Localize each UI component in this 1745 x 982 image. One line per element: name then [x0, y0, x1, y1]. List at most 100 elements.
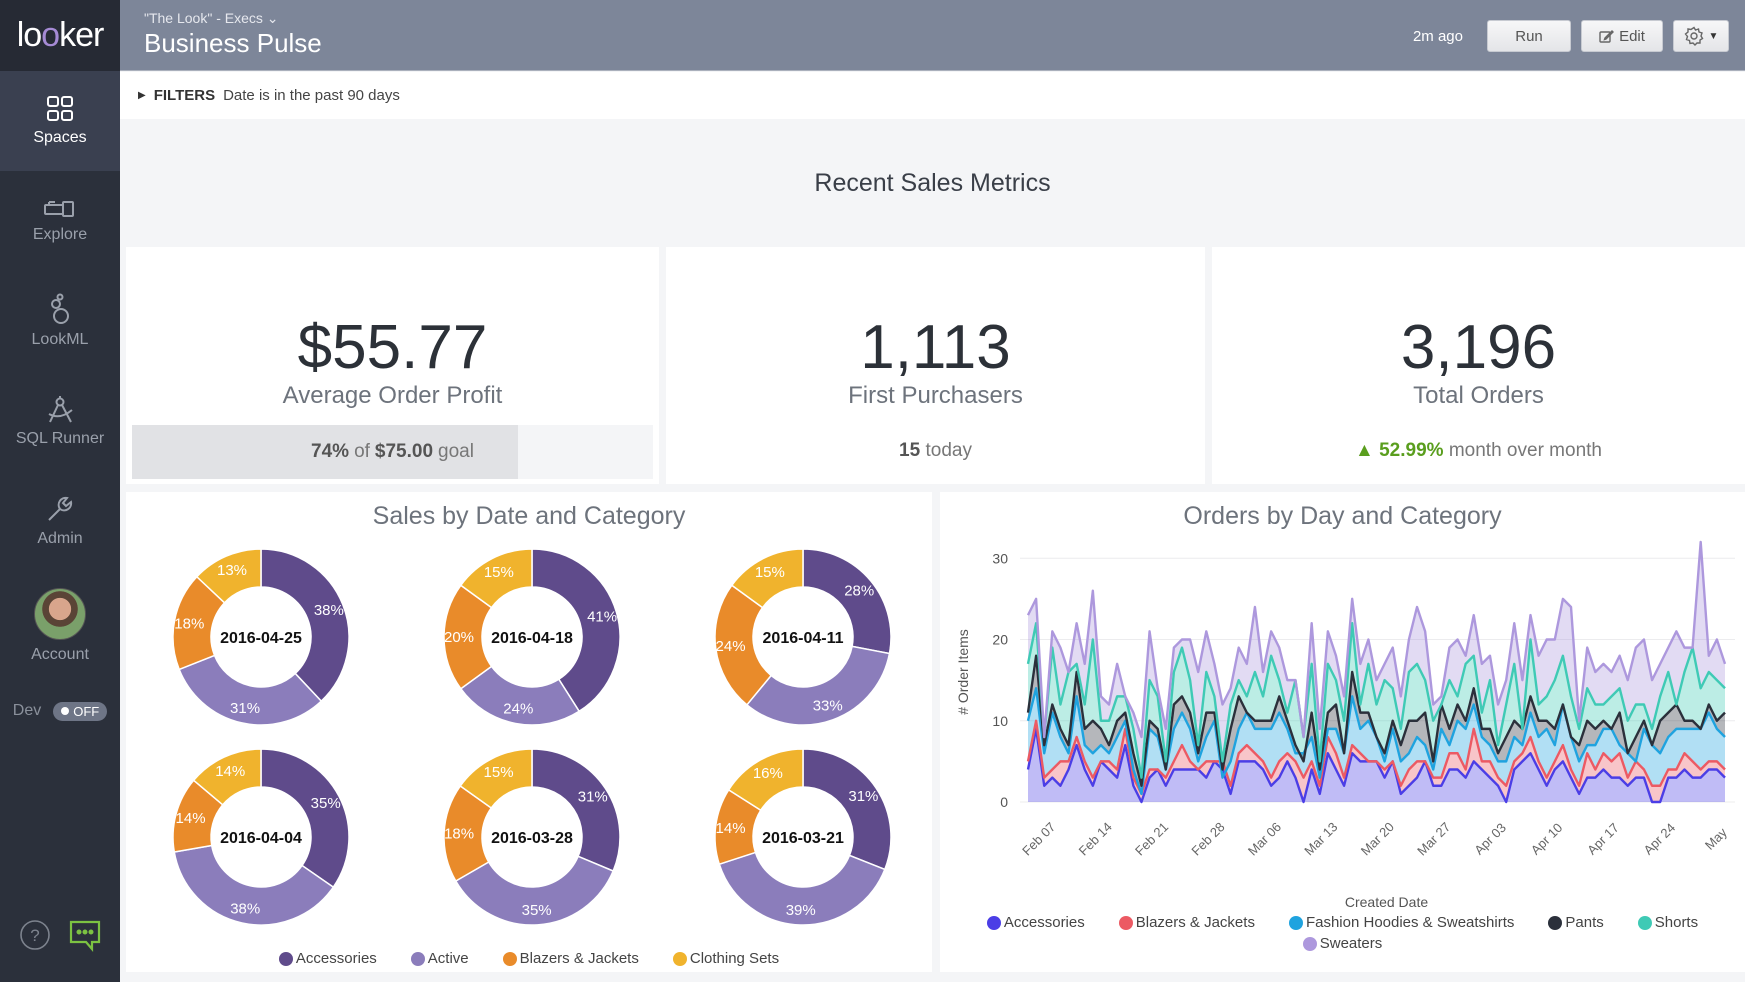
section-title: Recent Sales Metrics [120, 119, 1745, 247]
sidebar-footer: ? [0, 918, 120, 952]
sidebar-item-spaces[interactable]: Spaces [0, 71, 120, 171]
donut-slice-accessories[interactable] [260, 548, 350, 703]
chart-title: Orders by Day and Category [1183, 502, 1502, 530]
y-tick-label: 0 [1000, 794, 1008, 810]
area-chart: 0 10 20 30 # Order Items Feb 07 Feb 14 Feb 21 Fe… [955, 540, 1735, 910]
sidebar-item-label: Admin [37, 530, 83, 547]
slice-label: 18% [174, 615, 204, 632]
donut-2016-03-21[interactable]: 31% 39% 14% 16% 2016-03-21 [714, 748, 892, 926]
kpi-label: First Purchasers [848, 382, 1023, 409]
breadcrumb[interactable]: "The Look" - Execs ⌄ [144, 10, 279, 27]
gear-icon [1684, 26, 1704, 46]
kpi-tile-total-orders: 3,196 Total Orders ▲ 52.99% month over m… [1212, 247, 1745, 484]
donut-2016-04-18[interactable]: 41% 24% 20% 15% 2016-04-18 [443, 548, 621, 726]
donut-2016-04-11[interactable]: 28% 33% 24% 15% 2016-04-11 [714, 548, 892, 726]
donut-center-label: 2016-04-11 [763, 630, 844, 647]
legend-label: Clothing Sets [689, 950, 780, 967]
donut-slice-accessories[interactable] [802, 748, 892, 871]
goal-text: 74% of $75.00 goal [132, 425, 653, 479]
today-value: 15 [899, 440, 921, 461]
legend-swatch [502, 951, 517, 966]
expand-caret-icon[interactable]: ▶ [138, 90, 146, 101]
legend-item[interactable]: Shorts [1637, 914, 1698, 931]
last-run-time: 2m ago [1412, 27, 1463, 45]
slice-label: 15% [484, 564, 514, 581]
x-tick-label: Feb 21 [1132, 819, 1171, 858]
sidebar-item-explore[interactable]: Explore [0, 171, 120, 271]
donut-slice-accessories[interactable] [260, 748, 350, 889]
sidebar: lo o ker Spaces Explore LookML SQL Runner … [0, 0, 120, 982]
slice-label: 31% [230, 700, 260, 717]
settings-button[interactable]: ▼ [1673, 20, 1729, 52]
kpi-value: 1,113 [860, 313, 1011, 382]
goal-of: of [354, 441, 370, 462]
legend-swatch [1548, 915, 1563, 930]
edit-button[interactable]: Edit [1581, 20, 1663, 52]
x-tick-label: Feb 07 [1019, 819, 1058, 858]
chat-icon[interactable] [68, 918, 102, 952]
edit-label: Edit [1619, 27, 1645, 45]
bubbles-icon [51, 293, 69, 324]
sales-by-date-tile: Sales by Date and Category 38% 31% 18% 13% 2… [126, 492, 932, 972]
slice-label: 15% [484, 764, 514, 781]
flashlight-icon [44, 201, 74, 217]
legend-swatch [986, 915, 1001, 930]
sidebar-item-account[interactable]: Account [0, 571, 120, 681]
x-tick-label: Mar 20 [1358, 819, 1397, 858]
legend-item[interactable]: Active [410, 950, 469, 967]
legend-item[interactable]: Accessories [986, 914, 1085, 931]
kpi-value: $55.77 [297, 313, 488, 382]
legend-item[interactable]: Accessories [278, 950, 377, 967]
svg-text:?: ? [30, 926, 39, 945]
sidebar-item-label: Spaces [33, 129, 87, 146]
dev-mode-toggle[interactable]: OFF [53, 701, 108, 721]
legend-label: Sweaters [1319, 935, 1383, 952]
slice-label: 35% [522, 902, 552, 919]
dev-mode-row: Dev OFF [0, 681, 120, 741]
sidebar-item-admin[interactable]: Admin [0, 471, 120, 571]
donut-center-label: 2016-04-25 [220, 630, 302, 647]
chevron-down-icon[interactable]: ⌄ [267, 10, 279, 26]
sidebar-item-sql-runner[interactable]: SQL Runner [0, 371, 120, 471]
edit-icon [1599, 29, 1615, 43]
sidebar-item-label: SQL Runner [15, 430, 105, 447]
x-tick-label: Mar 13 [1301, 819, 1340, 858]
chart-title: Sales by Date and Category [372, 502, 686, 530]
x-tick-label: Apr 24 [1641, 820, 1679, 858]
donut-2016-04-25[interactable]: 38% 31% 18% 13% 2016-04-25 [172, 548, 350, 726]
slice-label: 14% [716, 820, 746, 837]
filters-bar[interactable]: ▶ FILTERS Date is in the past 90 days [120, 72, 1745, 119]
sidebar-item-label: LookML [31, 331, 89, 348]
toggle-knob [61, 707, 70, 715]
legend-label: Accessories [1003, 914, 1085, 931]
slice-label: 31% [578, 789, 608, 806]
run-button[interactable]: Run [1487, 20, 1571, 52]
legend-item[interactable]: Clothing Sets [672, 950, 780, 967]
slice-label: 16% [753, 765, 783, 782]
x-tick-label: May [1702, 824, 1730, 852]
y-tick-label: 20 [992, 632, 1008, 648]
donut-2016-04-04[interactable]: 35% 38% 14% 14% 2016-04-04 [172, 748, 350, 926]
breadcrumb-text[interactable]: "The Look" - Execs [144, 10, 263, 26]
avatar[interactable] [34, 588, 86, 640]
help-icon[interactable]: ? [19, 919, 51, 951]
goal-suffix: goal [438, 441, 474, 462]
legend-swatch [410, 951, 425, 966]
wrench-icon [48, 496, 73, 521]
slice-label: 39% [786, 902, 816, 919]
donut-slice-accessories[interactable] [531, 748, 621, 872]
slice-label: 35% [311, 795, 341, 812]
legend-item[interactable]: Fashion Hoodies & Sweatshirts [1288, 914, 1514, 931]
legend-swatch [1288, 915, 1303, 930]
sidebar-item-lookml[interactable]: LookML [0, 271, 120, 371]
slice-label: 41% [587, 609, 617, 626]
goal-value: $75.00 [374, 441, 434, 462]
slice-label: 33% [813, 698, 843, 715]
legend-item[interactable]: Pants [1548, 914, 1604, 931]
legend-item[interactable]: Blazers & Jackets [1118, 914, 1255, 931]
legend-item[interactable]: Sweaters [1302, 935, 1383, 952]
donut-2016-03-28[interactable]: 31% 35% 18% 15% 2016-03-28 [443, 748, 621, 926]
legend-item[interactable]: Blazers & Jackets [502, 950, 639, 967]
looker-logo[interactable]: lo o ker [0, 0, 120, 71]
legend-swatch [1118, 915, 1133, 930]
